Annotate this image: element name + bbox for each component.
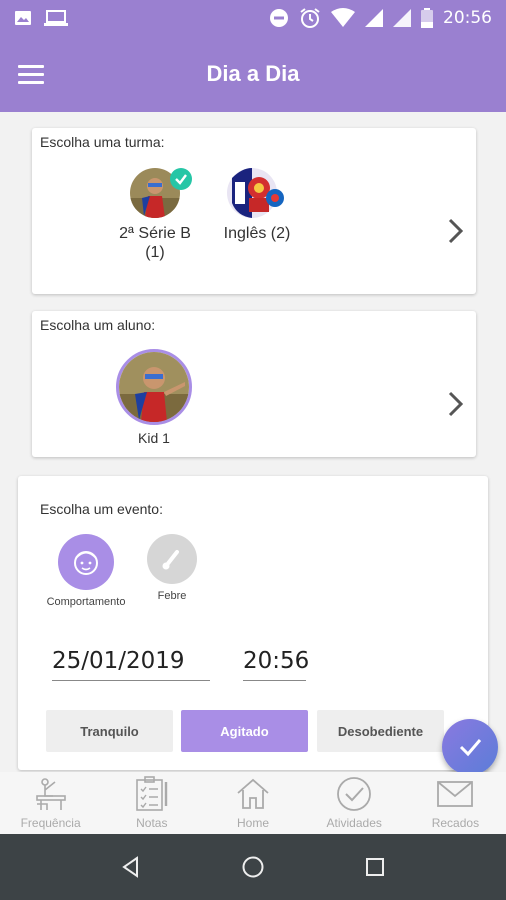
thermometer-icon [147, 534, 197, 584]
menu-icon-line [18, 80, 44, 84]
student-next-chevron-icon[interactable] [444, 389, 468, 419]
nav-item-recados[interactable]: Recados [405, 772, 506, 834]
laptop-notification-icon [44, 10, 68, 26]
student-card: Escolha um aluno: Kid 1 [32, 311, 476, 457]
menu-icon-line [18, 72, 44, 76]
class-item-2a-serie-b[interactable]: 2ª Série B (1) [110, 168, 200, 262]
wifi-icon [331, 8, 355, 27]
class-item-label-line2: (1) [145, 244, 165, 261]
option-desobediente[interactable]: Desobediente [317, 710, 444, 752]
signal-icon-2 [393, 9, 411, 27]
class-card: Escolha uma turma: 2ª Série B (1) Inglês… [32, 128, 476, 294]
desk-icon [35, 778, 66, 810]
home-system-button[interactable] [231, 845, 275, 889]
recents-square-icon [366, 858, 384, 876]
status-time: 20:56 [443, 8, 492, 28]
class-card-label: Escolha uma turma: [40, 134, 165, 150]
nav-item-home[interactable]: Home [202, 772, 303, 834]
class-next-chevron-icon[interactable] [444, 216, 468, 246]
nav-label: Notas [136, 816, 168, 830]
event-label: Comportamento [46, 596, 126, 608]
status-bar: 20:56 [0, 0, 506, 36]
class-item-label-line1: Inglês (2) [223, 225, 291, 242]
date-field[interactable]: 25/01/2019 [52, 648, 210, 681]
event-label: Febre [157, 590, 187, 602]
event-comportamento[interactable]: Comportamento [38, 534, 134, 608]
time-field[interactable]: 20:56 [243, 648, 309, 681]
selected-check-icon [170, 168, 192, 190]
page-title: Dia a Dia [206, 61, 300, 86]
class-avatar-ingles [227, 168, 287, 218]
nav-label: Atividades [326, 816, 382, 830]
back-triangle-icon [122, 856, 138, 878]
student-name: Kid 1 [138, 430, 170, 446]
class-item-label: Inglês (2) [224, 224, 291, 243]
nav-label: Recados [431, 816, 480, 830]
option-agitado[interactable]: Agitado [181, 710, 308, 752]
nav-item-notas[interactable]: Notas [101, 772, 202, 834]
menu-icon-line [18, 64, 44, 68]
back-button[interactable] [109, 845, 153, 889]
student-avatar [116, 349, 192, 425]
menu-button[interactable] [18, 52, 62, 96]
battery-icon [421, 8, 433, 28]
dnd-icon [270, 9, 288, 27]
notes-icon [135, 776, 167, 811]
check-icon [459, 739, 482, 757]
mail-icon [437, 781, 474, 807]
class-item-label-line1: 2ª Série B [119, 225, 191, 242]
nav-item-atividades[interactable]: Atividades [304, 772, 405, 834]
app-bar: Dia a Dia [0, 36, 506, 112]
bottom-nav: Frequência Notas Home Atividades Recados [0, 772, 506, 834]
student-card-label: Escolha um aluno: [40, 317, 156, 333]
check-circle-icon [337, 777, 372, 811]
system-nav-bar [0, 834, 506, 900]
home-icon [237, 778, 269, 809]
event-card: Escolha um evento: Comportamento Febre 2… [18, 476, 488, 770]
nav-label: Frequência [20, 816, 81, 830]
recents-button[interactable] [353, 845, 397, 889]
alarm-icon [300, 8, 320, 28]
home-circle-icon [242, 856, 264, 878]
event-card-label: Escolha um evento: [40, 501, 163, 517]
class-item-label: 2ª Série B (1) [119, 224, 191, 262]
event-febre[interactable]: Febre [144, 534, 200, 602]
confirm-fab[interactable] [442, 719, 498, 775]
option-tranquilo[interactable]: Tranquilo [46, 710, 173, 752]
image-notification-icon [15, 11, 31, 25]
nav-item-frequencia[interactable]: Frequência [0, 772, 101, 834]
student-item-kid-1[interactable]: Kid 1 [114, 349, 194, 448]
face-icon [58, 534, 114, 590]
nav-label: Home [237, 816, 270, 830]
class-item-ingles[interactable]: Inglês (2) [212, 168, 302, 243]
signal-icon [365, 9, 383, 27]
